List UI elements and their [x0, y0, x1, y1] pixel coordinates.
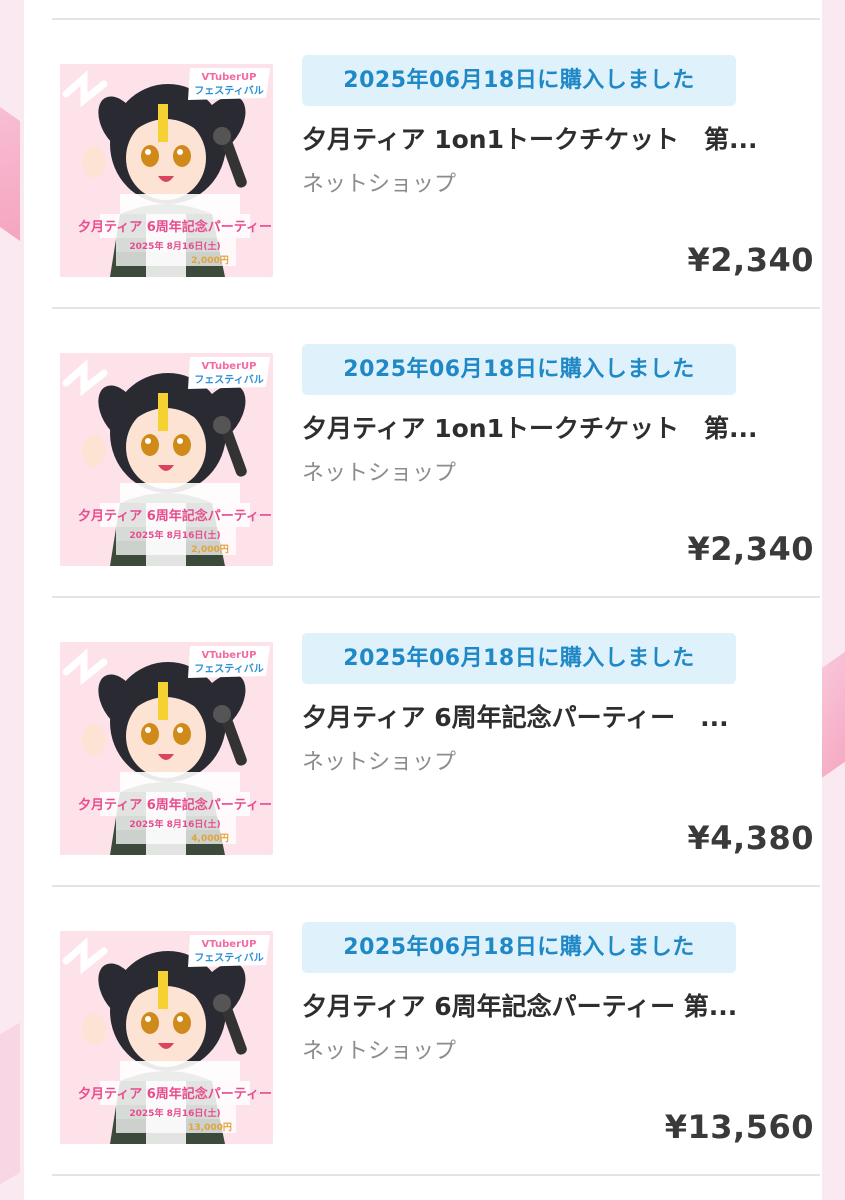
product-thumbnail[interactable]: VTuberUP フェスティバル 夕月ティア 6周年記念パーティー 2025年 … [60, 353, 273, 566]
thumb-event-date: 2025年 8月16日(土) [129, 1107, 220, 1119]
purchase-date-badge: 2025年06月18日に購入しました [302, 922, 736, 973]
product-image-icon: VTuberUP フェスティバル 夕月ティア 6周年記念パーティー 2025年 … [60, 931, 273, 1144]
thumb-event-text: 夕月ティア 6周年記念パーティー [78, 508, 272, 524]
product-thumbnail[interactable]: VTuberUP フェスティバル 夕月ティア 6周年記念パーティー 2025年 … [60, 931, 273, 1144]
order-item[interactable]: VTuberUP フェスティバル 夕月ティア 6周年記念パーティー 2025年 … [52, 598, 820, 887]
thumb-event-text: 夕月ティア 6周年記念パーティー [78, 1086, 272, 1102]
shop-label: ネットショップ [302, 750, 457, 775]
order-item[interactable]: VTuberUP フェスティバル 夕月ティア 6周年記念パーティー 2025年 … [52, 20, 820, 309]
product-title[interactable]: 夕月ティア 1on1トークチケット 第... [302, 120, 792, 160]
thumb-badge-subtext: フェスティバル [194, 374, 263, 386]
shop-label: ネットショップ [302, 172, 457, 197]
purchase-date-badge: 2025年06月18日に購入しました [302, 344, 736, 395]
thumb-ticket-price: 2,000円 [191, 544, 228, 555]
shop-label: ネットショップ [302, 461, 457, 486]
order-item[interactable]: VTuberUP フェスティバル 夕月ティア 6周年記念パーティー 2025年 … [52, 309, 820, 598]
product-title[interactable]: 夕月ティア 6周年記念パーティー 第... [302, 987, 792, 1027]
thumb-ticket-price: 13,000円 [188, 1122, 232, 1133]
thumb-badge-subtext: フェスティバル [194, 85, 263, 97]
product-thumbnail[interactable]: VTuberUP フェスティバル 夕月ティア 6周年記念パーティー 2025年 … [60, 64, 273, 277]
thumb-badge-text: VTuberUP [202, 939, 257, 950]
thumb-ticket-price: 2,000円 [191, 255, 228, 266]
product-image-icon: VTuberUP フェスティバル 夕月ティア 6周年記念パーティー 2025年 … [60, 353, 273, 566]
product-image-icon: VTuberUP フェスティバル 夕月ティア 6周年記念パーティー 2025年 … [60, 64, 273, 277]
background-decoration [0, 1022, 20, 1200]
thumb-event-date: 2025年 8月16日(土) [129, 529, 220, 541]
product-thumbnail[interactable]: VTuberUP フェスティバル 夕月ティア 6周年記念パーティー 2025年 … [60, 642, 273, 855]
thumb-badge-subtext: フェスティバル [194, 952, 263, 964]
thumb-event-text: 夕月ティア 6周年記念パーティー [78, 797, 272, 813]
thumb-event-date: 2025年 8月16日(土) [129, 818, 220, 830]
thumb-badge-text: VTuberUP [202, 650, 257, 661]
shop-label: ネットショップ [302, 1039, 457, 1064]
product-image-icon: VTuberUP フェスティバル 夕月ティア 6周年記念パーティー 2025年 … [60, 642, 273, 855]
product-price: ¥2,340 [687, 530, 814, 568]
order-item[interactable]: VTuberUP フェスティバル 夕月ティア 6周年記念パーティー 2025年 … [52, 887, 820, 1176]
product-price: ¥2,340 [687, 241, 814, 279]
product-price: ¥13,560 [664, 1108, 814, 1146]
background-decoration [0, 78, 20, 242]
order-history-panel: VTuberUP フェスティバル 夕月ティア 6周年記念パーティー 2025年 … [24, 0, 822, 1200]
thumb-badge-subtext: フェスティバル [194, 663, 263, 675]
thumb-badge-text: VTuberUP [202, 361, 257, 372]
product-title[interactable]: 夕月ティア 1on1トークチケット 第... [302, 409, 792, 449]
background-decoration [820, 630, 845, 780]
thumb-ticket-price: 4,000円 [191, 833, 228, 844]
purchase-date-badge: 2025年06月18日に購入しました [302, 633, 736, 684]
thumb-event-text: 夕月ティア 6周年記念パーティー [78, 219, 272, 235]
purchase-date-badge: 2025年06月18日に購入しました [302, 55, 736, 106]
thumb-event-date: 2025年 8月16日(土) [129, 240, 220, 252]
product-price: ¥4,380 [687, 819, 814, 857]
product-title[interactable]: 夕月ティア 6周年記念パーティー ... [302, 698, 792, 738]
thumb-badge-text: VTuberUP [202, 72, 257, 83]
